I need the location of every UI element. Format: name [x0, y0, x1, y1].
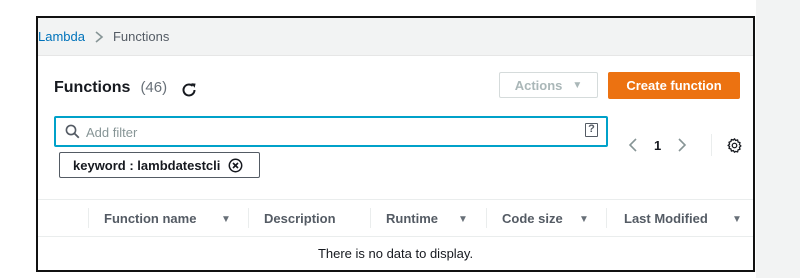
current-page-number[interactable]: 1: [654, 138, 661, 153]
next-page-icon[interactable]: [677, 138, 687, 152]
lambda-functions-panel: Lambda Functions Functions (46) Actions …: [36, 16, 755, 272]
breadcrumb-current: Functions: [112, 29, 170, 44]
chevron-right-icon: [95, 30, 104, 43]
sort-caret-icon[interactable]: ▼: [732, 214, 742, 225]
column-header-code-size[interactable]: Code size: [502, 200, 563, 236]
column-header-label: Description: [264, 210, 336, 226]
sort-caret-icon[interactable]: ▼: [579, 214, 589, 225]
breadcrumb-lambda-link[interactable]: Lambda: [38, 29, 85, 44]
column-separator: [248, 208, 249, 228]
column-separator: [88, 208, 89, 228]
column-separator: [370, 208, 371, 228]
sort-caret-icon[interactable]: ▼: [221, 214, 231, 225]
column-header-description[interactable]: Description: [264, 200, 336, 236]
breadcrumb: Lambda Functions: [38, 29, 169, 44]
actions-dropdown-button[interactable]: Actions ▼: [499, 72, 598, 98]
filter-search-box: ?: [54, 116, 608, 147]
pagination: 1: [628, 134, 743, 156]
column-separator: [486, 208, 487, 228]
column-header-last-modified[interactable]: Last Modified: [624, 200, 708, 236]
filter-token-label: keyword : lambdatestcli: [73, 157, 221, 173]
help-icon[interactable]: ?: [585, 123, 598, 137]
page-background-strip: [756, 0, 800, 278]
column-header-label: Runtime: [386, 210, 438, 226]
actions-label: Actions: [514, 77, 563, 93]
caret-down-icon: ▼: [572, 79, 583, 91]
previous-page-icon[interactable]: [628, 138, 638, 152]
remove-filter-icon[interactable]: [228, 158, 243, 173]
column-header-runtime[interactable]: Runtime: [386, 200, 438, 236]
empty-table-message: There is no data to display.: [317, 245, 474, 261]
page-title: Functions (46): [54, 79, 167, 97]
filter-token: keyword : lambdatestcli: [59, 152, 260, 178]
functions-count: (46): [140, 79, 168, 96]
create-function-button[interactable]: Create function: [608, 72, 740, 99]
filter-input[interactable]: [86, 122, 566, 142]
breadcrumb-bar: Lambda Functions: [38, 18, 753, 56]
search-icon: [65, 124, 80, 139]
column-header-label: Last Modified: [624, 210, 708, 226]
column-header-label: Function name: [104, 210, 197, 226]
table-header: Function name ▼ Description Runtime ▼ Co…: [38, 199, 753, 237]
refresh-icon[interactable]: [180, 81, 198, 99]
pagination-divider: [711, 134, 713, 156]
column-header-function-name[interactable]: Function name: [104, 200, 196, 236]
sort-caret-icon[interactable]: ▼: [458, 214, 468, 225]
functions-title: Functions: [54, 79, 131, 96]
column-header-label: Code size: [502, 210, 563, 226]
gear-icon[interactable]: [726, 137, 743, 154]
column-separator: [606, 208, 607, 228]
